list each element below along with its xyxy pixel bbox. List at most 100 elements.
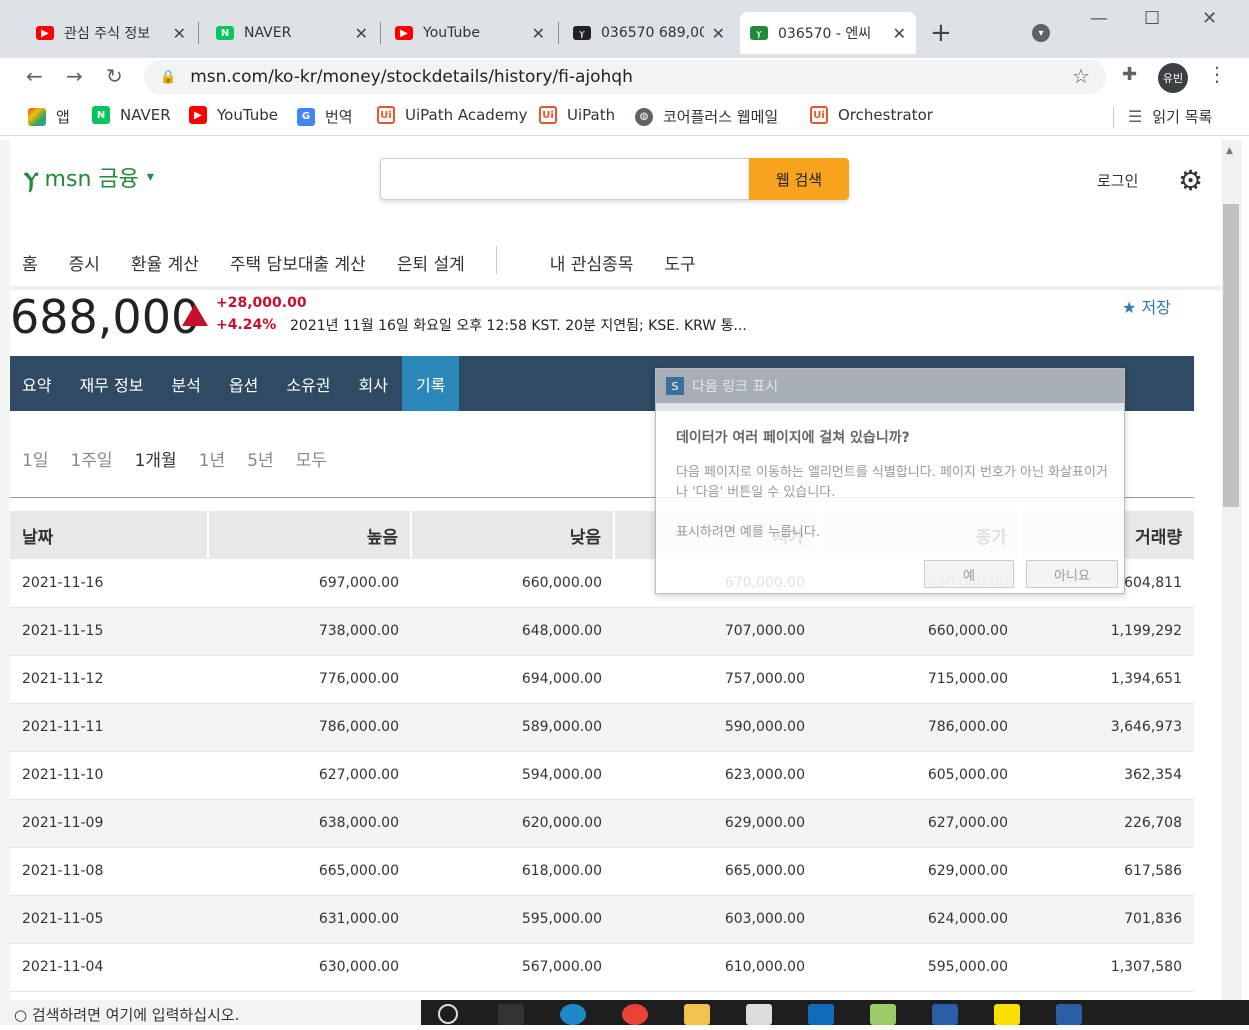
minimize-icon[interactable]: — (1090, 8, 1108, 29)
cell-open: 623,000.00 (614, 751, 817, 800)
close-icon[interactable]: ✕ (173, 24, 186, 43)
youtube-icon: ▶ (395, 26, 413, 40)
cortana-icon[interactable] (438, 1004, 458, 1024)
extensions-icon[interactable]: ✚ (1122, 64, 1137, 85)
edge-icon[interactable] (560, 1004, 586, 1025)
cell-volume: 701,836 (1020, 895, 1194, 944)
subnav-options[interactable]: 옵션 (215, 356, 272, 411)
nav-watchlist[interactable]: 내 관심종목 (550, 250, 634, 275)
bookmark-webmail[interactable]: ◍ 코어플러스 웹메일 (635, 106, 778, 127)
cell-close: 627,000.00 (817, 799, 1020, 848)
tab-separator (198, 22, 199, 44)
bookmark-label: 번역 (325, 108, 353, 126)
msn-icon: ⲩ (750, 26, 768, 40)
table-row: 2021-11-04 630,000.00 567,000.00 610,000.00… (10, 943, 1194, 992)
globe-icon: ◍ (635, 107, 653, 126)
search-icon: ○ (14, 1006, 28, 1024)
subnav-summary[interactable]: 요약 (10, 356, 65, 411)
close-window-icon[interactable]: ✕ (1202, 8, 1217, 29)
nav-home[interactable]: 홈 (22, 250, 38, 275)
dialog-title: 다음 링크 표시 (692, 379, 779, 395)
maximize-icon[interactable]: ☐ (1144, 8, 1160, 29)
forward-icon[interactable]: → (66, 64, 83, 88)
header-high[interactable]: 높음 (207, 511, 411, 559)
browser-tab-3[interactable]: ▶ YouTube ✕ (385, 12, 555, 54)
range-1y[interactable]: 1년 (199, 446, 225, 471)
new-tab-button[interactable]: + (930, 18, 952, 48)
browser-tab-2[interactable]: N NAVER ✕ (206, 12, 378, 54)
header-low[interactable]: 낮음 (410, 511, 614, 559)
reload-icon[interactable]: ↻ (106, 64, 123, 88)
back-icon[interactable]: ← (26, 64, 43, 88)
store-icon[interactable] (746, 1004, 772, 1025)
nav-markets[interactable]: 증시 (69, 250, 100, 275)
taskbar-search[interactable]: ○ 검색하려면 여기에 입력하십시오. (0, 1000, 421, 1025)
tab-search-icon[interactable]: ▾ (1032, 24, 1050, 42)
url-field[interactable]: 🔒 msn.com/ko-kr/money/stockdetails/histo… (144, 60, 1106, 94)
mail-icon[interactable] (808, 1004, 834, 1025)
close-icon[interactable]: ✕ (712, 24, 725, 43)
task-view-icon[interactable] (498, 1004, 524, 1025)
close-icon[interactable]: ✕ (532, 24, 545, 43)
subnav-financials[interactable]: 재무 정보 (65, 356, 157, 411)
msn-logo[interactable]: ⲩ msn 금융 ▾ (24, 160, 154, 194)
subnav-ownership[interactable]: 소유권 (272, 356, 344, 411)
bookmark-uipath[interactable]: Ui UiPath (539, 106, 615, 124)
cell-open: 590,000.00 (614, 703, 817, 752)
bookmark-translate[interactable]: G 번역 (297, 106, 353, 127)
browser-tab-4[interactable]: ⲩ 036570 689,00 ✕ (563, 12, 735, 54)
cell-open: 603,000.00 (614, 895, 817, 944)
dialog-question: 데이터가 여러 페이지에 걸쳐 있습니까? (676, 430, 910, 446)
uipath-studio-icon[interactable] (932, 1004, 958, 1025)
bookmark-apps[interactable]: 앱 (28, 106, 70, 127)
web-search-button[interactable]: 웹 검색 (749, 158, 849, 200)
chrome-icon[interactable] (622, 1004, 648, 1025)
menu-kebab-icon[interactable]: ⋮ (1207, 62, 1227, 86)
app-icon[interactable] (870, 1004, 896, 1025)
subnav-analysis[interactable]: 분석 (157, 356, 214, 411)
save-button[interactable]: ★ 저장 (1122, 294, 1171, 318)
cell-high: 786,000.00 (208, 703, 411, 752)
search-input[interactable] (380, 158, 750, 200)
bookmark-naver[interactable]: N NAVER (92, 106, 171, 124)
nav-currency[interactable]: 환율 계산 (131, 250, 199, 275)
scroll-up-icon[interactable]: ▲ (1226, 146, 1233, 156)
bookmark-orchestrator[interactable]: Ui Orchestrator (810, 106, 933, 124)
nav-tools[interactable]: 도구 (664, 250, 695, 275)
bookmark-star-icon[interactable]: ☆ (1072, 64, 1090, 88)
cell-close: 605,000.00 (817, 751, 1020, 800)
scrollbar-thumb[interactable] (1223, 204, 1239, 507)
range-1w[interactable]: 1주일 (70, 446, 112, 471)
range-5y[interactable]: 5년 (247, 446, 273, 471)
cell-high: 697,000.00 (208, 559, 411, 608)
reading-list[interactable]: ☰ 읽기 목록 (1128, 106, 1212, 127)
kakaotalk-icon[interactable] (994, 1004, 1020, 1025)
cell-volume: 617,586 (1020, 847, 1194, 896)
login-link[interactable]: 로그인 (1097, 170, 1138, 191)
gear-icon[interactable]: ⚙ (1178, 164, 1203, 197)
bookmark-youtube[interactable]: ▶ YouTube (189, 106, 278, 124)
bookmark-label: UiPath Academy (405, 106, 528, 124)
browser-tab-1[interactable]: ▶ 관심 주식 정보 ✕ (26, 12, 196, 54)
subnav-company[interactable]: 회사 (345, 356, 402, 411)
avatar[interactable]: 유빈 (1158, 63, 1188, 93)
tab-title: 036570 - 엔씨 (778, 26, 872, 42)
taskbar-search-placeholder: 검색하려면 여기에 입력하십시오. (31, 1006, 240, 1024)
range-1d[interactable]: 1일 (22, 446, 48, 471)
range-all[interactable]: 모두 (296, 446, 327, 471)
cell-low: 595,000.00 (411, 895, 614, 944)
subnav-history[interactable]: 기록 (401, 356, 460, 411)
nav-retirement[interactable]: 은퇴 설계 (397, 250, 465, 275)
uipath-assistant-icon[interactable] (1056, 1004, 1082, 1025)
browser-tab-5-active[interactable]: ⲩ 036570 - 엔씨 ✕ (740, 12, 916, 54)
file-explorer-icon[interactable] (684, 1004, 710, 1025)
bookmark-uipath-academy[interactable]: Ui UiPath Academy (377, 106, 528, 124)
range-1m[interactable]: 1개월 (135, 446, 177, 471)
header-date[interactable]: 날짜 (10, 511, 208, 559)
close-icon[interactable]: ✕ (893, 24, 906, 43)
close-icon[interactable]: ✕ (355, 24, 368, 43)
table-row: 2021-11-10 627,000.00 594,000.00 623,000.00… (10, 751, 1194, 800)
yes-button[interactable]: 예 (924, 560, 1014, 588)
nav-mortgage[interactable]: 주택 담보대출 계산 (230, 250, 366, 275)
no-button[interactable]: 아니요 (1026, 560, 1118, 588)
